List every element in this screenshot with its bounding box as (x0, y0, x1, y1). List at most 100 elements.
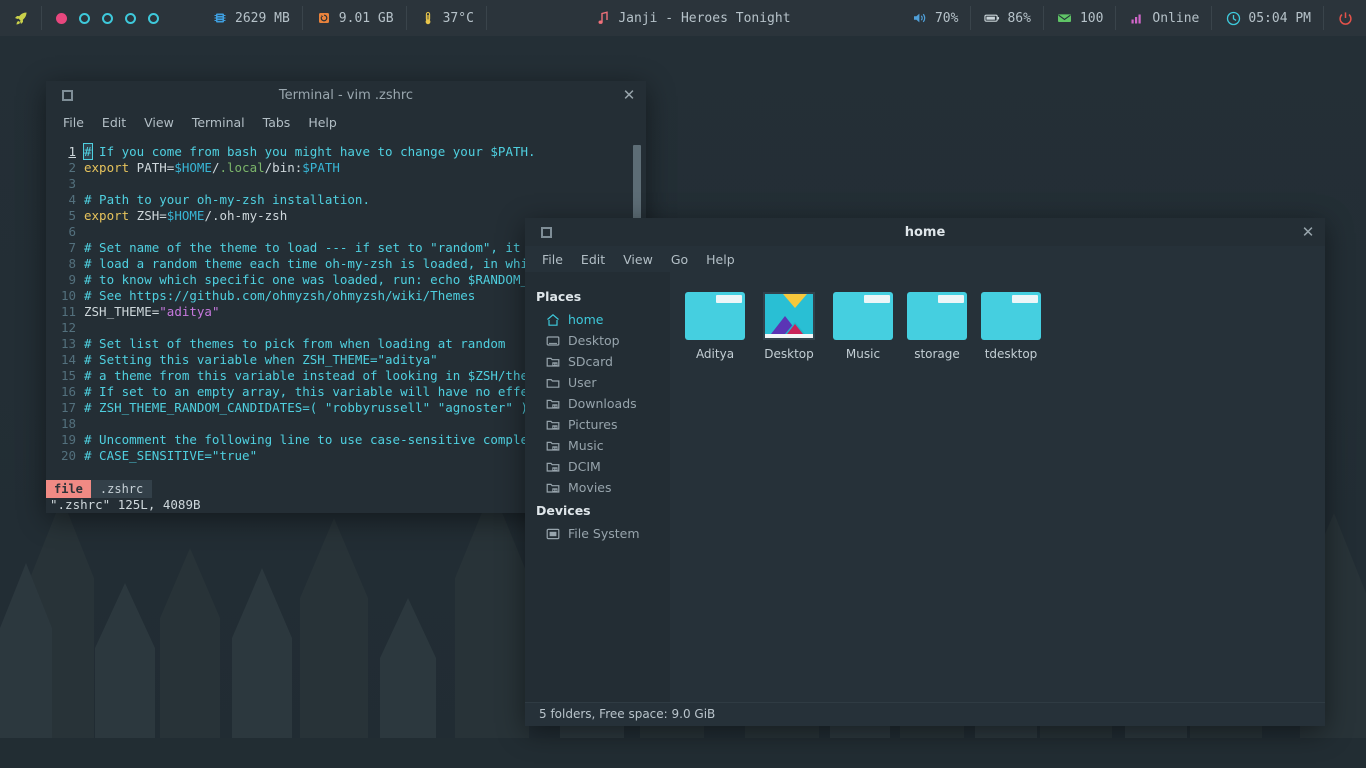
vim-text: # Set name of the theme to load --- if s… (84, 240, 559, 255)
close-icon[interactable]: ✕ (1291, 223, 1325, 241)
close-icon[interactable]: ✕ (612, 86, 646, 104)
terminal-menu-edit[interactable]: Edit (93, 113, 135, 132)
sidebar-item-user[interactable]: User (525, 372, 670, 393)
memory-value: 2629 MB (235, 10, 290, 26)
file-manager-window[interactable]: home ✕ File Edit View Go Help Places home Des… (525, 218, 1325, 726)
filemanager-file-area[interactable]: Aditya Desktop Music storage tdesktop (670, 272, 1325, 702)
power-icon (1337, 10, 1353, 26)
terminal-menu-file[interactable]: File (54, 113, 93, 132)
temperature-indicator[interactable]: 37°C (407, 0, 488, 36)
disk-value: 9.01 GB (338, 10, 394, 26)
vim-text: ZSH_THEME= (84, 304, 160, 319)
terminal-titlebar[interactable]: Terminal - vim .zshrc ✕ (46, 81, 646, 109)
sidebar-item-dcim[interactable]: DCIM (525, 456, 670, 477)
file-item[interactable]: Desktop (752, 288, 826, 361)
sidebar-devices-list[interactable]: File System (525, 523, 670, 544)
vim-text: # Uncomment the following line to use ca… (84, 432, 566, 447)
vim-line-number: 8 (68, 256, 76, 271)
sidebar-item-label: SDcard (568, 354, 613, 369)
battery-icon (984, 10, 1000, 26)
vim-text: "aditya" (159, 304, 220, 319)
workspace-dot-3[interactable] (102, 12, 113, 24)
mail-value: 100 (1079, 10, 1104, 26)
filemanager-menu-file[interactable]: File (533, 250, 572, 269)
image-thumbnail-icon (763, 292, 815, 340)
sidebar-item-home[interactable]: home (525, 309, 670, 330)
launcher-button[interactable] (0, 0, 42, 36)
terminal-menu-help[interactable]: Help (299, 113, 346, 132)
mail-indicator[interactable]: 100 (1044, 0, 1117, 36)
filemanager-menu-view[interactable]: View (614, 250, 662, 269)
vim-line-number: 10 (60, 288, 76, 303)
vim-text: .local (219, 160, 265, 175)
vim-text: # CASE_SENSITIVE="true" (84, 448, 258, 463)
sidebar-item-desktop[interactable]: Desktop (525, 330, 670, 351)
vim-line-number: 9 (68, 272, 76, 287)
sidebar-item-music[interactable]: Music (525, 435, 670, 456)
filemanager-menu-help[interactable]: Help (697, 250, 744, 269)
terminal-menu-tabs[interactable]: Tabs (254, 113, 300, 132)
file-item-label: Aditya (695, 347, 735, 361)
maximize-icon[interactable] (531, 226, 561, 238)
battery-indicator[interactable]: 86% (971, 0, 1045, 36)
sidebar-item-pictures[interactable]: Pictures (525, 414, 670, 435)
vim-line-number: 4 (68, 192, 76, 207)
now-playing-indicator[interactable]: Janji - Heroes Tonight (582, 0, 803, 36)
vim-text: $HOME (166, 208, 205, 223)
terminal-menu-view[interactable]: View (135, 113, 183, 132)
envelope-icon (1057, 10, 1073, 26)
memory-indicator[interactable]: 2629 MB (199, 0, 303, 36)
terminal-menubar[interactable]: File Edit View Terminal Tabs Help (46, 109, 646, 135)
maximize-icon[interactable] (52, 89, 82, 101)
file-item[interactable]: storage (900, 288, 974, 361)
terminal-title: Terminal - vim .zshrc (278, 87, 414, 103)
file-icon-grid[interactable]: Aditya Desktop Music storage tdesktop (678, 288, 1325, 361)
file-item[interactable]: tdesktop (974, 288, 1048, 361)
file-item-label: tdesktop (984, 347, 1038, 361)
sidebar-places-list[interactable]: home Desktop SDcard User Downloads Pictures Mu… (525, 309, 670, 498)
workspace-indicator[interactable] (42, 12, 169, 24)
vim-text: # Set list of themes to pick from when l… (84, 336, 506, 351)
sidebar-item-label: Downloads (568, 396, 637, 411)
sidebar-item-downloads[interactable]: Downloads (525, 393, 670, 414)
filemanager-menu-go[interactable]: Go (662, 250, 697, 269)
filemanager-title: home (904, 224, 946, 240)
network-value: Online (1152, 10, 1200, 26)
vim-text: If you come from bash you might have to … (91, 144, 536, 159)
vim-text: export (84, 160, 130, 175)
folder-icon (685, 292, 745, 340)
filemanager-titlebar[interactable]: home ✕ (525, 218, 1325, 246)
vim-line-number: 5 (68, 208, 76, 223)
thermometer-icon (420, 10, 436, 26)
filemanager-sidebar[interactable]: Places home Desktop SDcard User Downloads Pic… (525, 272, 670, 702)
file-item[interactable]: Aditya (678, 288, 752, 361)
power-button[interactable] (1324, 0, 1366, 36)
terminal-menu-terminal[interactable]: Terminal (183, 113, 254, 132)
file-item[interactable]: Music (826, 288, 900, 361)
hard-drive-icon (316, 10, 332, 26)
vim-cursor: # (83, 143, 93, 160)
volume-indicator[interactable]: 70% (899, 0, 972, 36)
vim-text: PATH= (129, 160, 175, 175)
sidebar-item-label: DCIM (568, 459, 601, 474)
temperature-value: 37°C (442, 10, 474, 26)
network-indicator[interactable]: Online (1116, 0, 1213, 36)
vim-text: # ZSH_THEME_RANDOM_CANDIDATES=( "robbyru… (84, 400, 529, 415)
sidebar-item-movies[interactable]: Movies (525, 477, 670, 498)
sidebar-item-sdcard[interactable]: SDcard (525, 351, 670, 372)
workspace-dot-2[interactable] (79, 12, 90, 24)
memory-chip-icon (212, 10, 228, 26)
workspace-dot-5[interactable] (148, 12, 159, 24)
sidebar-item-file-system[interactable]: File System (525, 523, 670, 544)
vim-line-number: 11 (60, 304, 76, 319)
clock-indicator[interactable]: 05:04 PM (1212, 0, 1324, 36)
speaker-icon (912, 10, 928, 26)
vim-line-number: 7 (68, 240, 76, 255)
desktop-icon (546, 334, 560, 348)
filemanager-menubar[interactable]: File Edit View Go Help (525, 246, 1325, 272)
workspace-dot-1[interactable] (56, 12, 67, 24)
filemanager-menu-edit[interactable]: Edit (572, 250, 614, 269)
sidebar-item-label: File System (568, 526, 640, 541)
disk-indicator[interactable]: 9.01 GB (303, 0, 407, 36)
workspace-dot-4[interactable] (125, 12, 136, 24)
